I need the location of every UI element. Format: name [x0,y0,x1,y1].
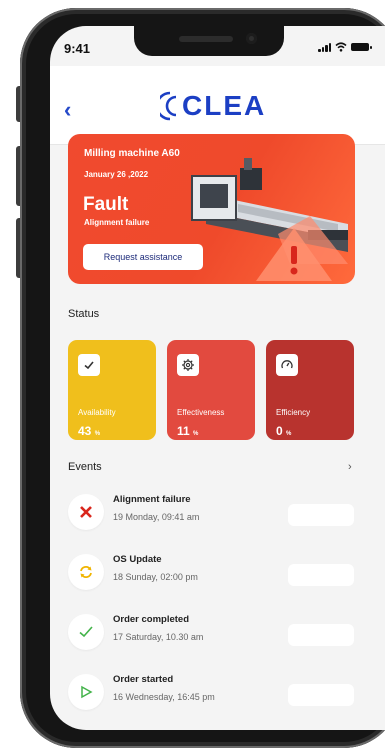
gauge-icon [276,354,298,376]
logo-arcs-icon [160,91,177,121]
event-action-pill[interactable] [288,624,354,646]
x-icon [68,494,104,530]
machine-state: Fault [83,194,129,215]
tile-value: 0 % [276,424,292,438]
event-time: 19 Monday, 09:41 am [113,512,200,522]
tile-value: 43 % [78,424,101,438]
event-item[interactable]: Order completed 17 Saturday, 10.30 am [68,610,358,654]
logo-text: CLEA [182,90,267,121]
tile-label: Effectiveness [177,408,225,417]
effectiveness-tile[interactable]: Effectiveness 11 % [167,340,255,440]
event-item[interactable]: Order started 16 Wednesday, 16:45 pm [68,670,358,714]
machine-name: Milling machine A60 [84,148,180,159]
speaker [179,36,233,42]
status-icons [318,42,372,52]
fault-reason: Alignment failure [84,218,150,227]
event-item[interactable]: Alignment failure 19 Monday, 09:41 am [68,490,358,534]
refresh-icon [68,554,104,590]
wifi-icon [335,42,347,52]
machine-status-card: Milling machine A60 January 26 ,2022 Fau… [68,134,355,284]
back-chevron-icon[interactable]: ‹ [64,99,71,121]
play-icon [68,674,104,710]
warning-icon [256,228,332,281]
machine-date: January 26 ,2022 [84,170,149,179]
events-section-title: Events [68,461,102,473]
camera [246,33,257,44]
event-time: 17 Saturday, 10.30 am [113,632,204,642]
checkmark-icon [78,354,100,376]
event-action-pill[interactable] [288,504,354,526]
tile-label: Efficiency [276,408,311,417]
event-title: Alignment failure [113,494,191,505]
event-time: 18 Sunday, 02:00 pm [113,572,198,582]
status-time: 9:41 [64,41,91,56]
event-time: 16 Wednesday, 16:45 pm [113,692,215,702]
event-title: Order started [113,674,174,685]
tile-label: Availability [78,408,116,417]
availability-tile[interactable]: Availability 43 % [68,340,156,440]
app-logo: CLEA [160,90,266,122]
battery-icon [351,43,372,51]
tile-value: 11 % [177,424,199,438]
cellular-icon [318,42,331,52]
event-item[interactable]: OS Update 18 Sunday, 02:00 pm [68,550,358,594]
events-more-chevron-icon[interactable]: › [348,461,352,473]
notch [134,26,284,56]
event-title: OS Update [113,554,162,565]
event-action-pill[interactable] [288,684,354,706]
request-assistance-button[interactable]: Request assistance [83,244,203,270]
event-title: Order completed [113,614,190,625]
event-action-pill[interactable] [288,564,354,586]
gear-icon [177,354,199,376]
efficiency-tile[interactable]: Efficiency 0 % [266,340,354,440]
checkmark-icon [68,614,104,650]
status-section-title: Status [68,308,100,320]
app-screen: 9:41 ‹ CLEA Milling machine A60 January … [50,26,385,730]
